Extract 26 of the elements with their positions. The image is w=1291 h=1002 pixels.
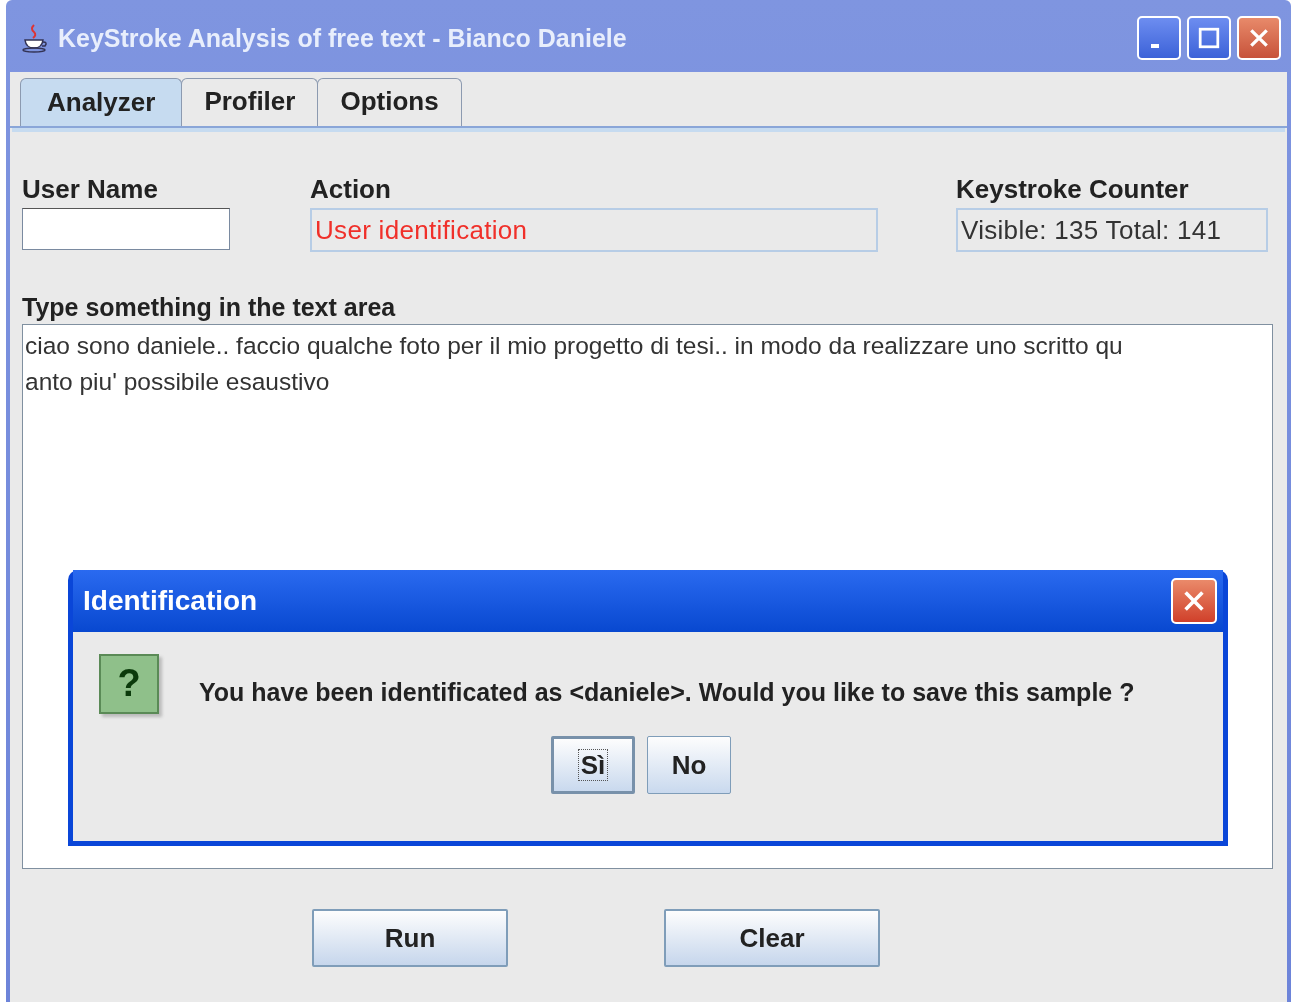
user-name-field[interactable]: [22, 208, 230, 250]
minimize-icon: [1151, 44, 1159, 48]
action-button[interactable]: Run: [312, 909, 508, 967]
maximize-icon: [1198, 27, 1220, 49]
coffee-cup-icon: [20, 23, 50, 53]
tab[interactable]: Analyzer: [20, 78, 183, 126]
window-title: KeyStroke Analysis of free text - Bianco Daniele: [58, 23, 628, 53]
minimize-button[interactable]: [1137, 16, 1181, 60]
dialog-button[interactable]: Sì: [551, 736, 635, 794]
close-icon: [1182, 589, 1206, 613]
field-label: Keystroke Counter: [956, 173, 1190, 206]
dialog-button[interactable]: No: [647, 736, 731, 794]
action-field: User identification: [310, 208, 878, 252]
tab[interactable]: Options: [317, 78, 462, 126]
dialog-message: You have been identificated as <daniele>. Would you like to save this sample ?: [199, 677, 1135, 707]
action-button[interactable]: Clear: [664, 909, 880, 967]
field-label: Action: [310, 173, 392, 206]
close-icon: [1248, 27, 1270, 49]
question-icon: ?: [99, 654, 159, 714]
close-button[interactable]: [1237, 16, 1281, 60]
field-label: Type something in the text area: [22, 292, 397, 323]
field-label: User Name: [22, 173, 159, 206]
close-button[interactable]: [1171, 578, 1217, 624]
dialog-title: Identification: [83, 585, 259, 617]
keystroke-counter-field: Visible: 135 Total: 141: [956, 208, 1268, 252]
maximize-button[interactable]: [1187, 16, 1231, 60]
